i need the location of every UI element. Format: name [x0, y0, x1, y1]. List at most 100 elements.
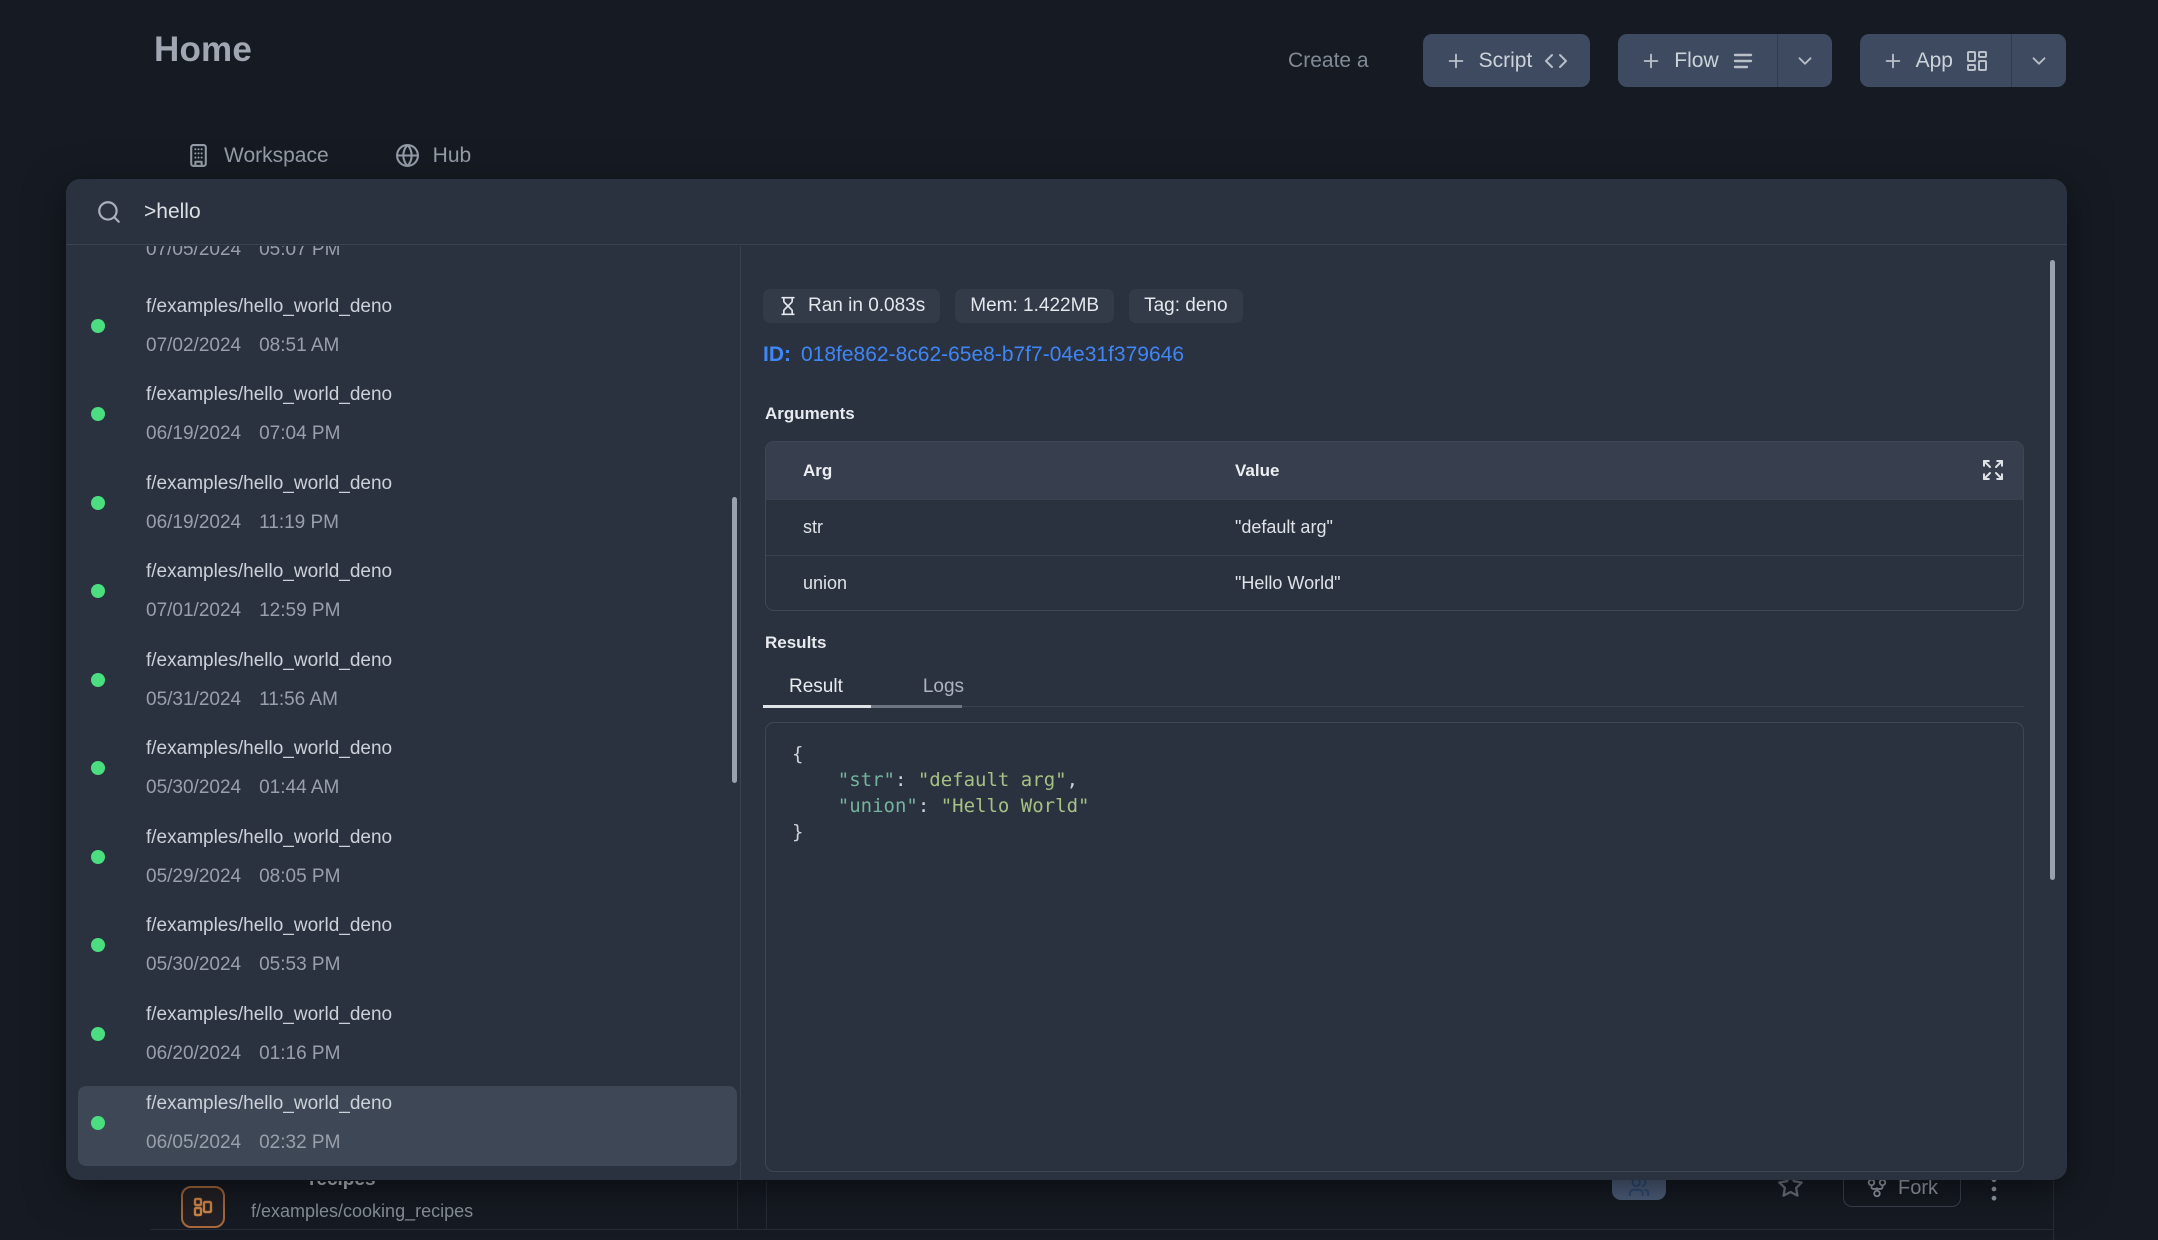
- run-list-item[interactable]: f/examples/hello_world_deno 06/19/202407…: [78, 377, 737, 457]
- memory-badge: Mem: 1.422MB: [955, 289, 1114, 323]
- run-path: f/examples/hello_world_deno: [146, 296, 392, 318]
- run-list-item[interactable]: f/examples/hello_world_deno 05/30/202405…: [78, 908, 737, 988]
- plus-icon: [1640, 50, 1662, 72]
- background-row-path[interactable]: f/examples/cooking_recipes: [251, 1201, 473, 1222]
- success-status-dot: [91, 496, 105, 510]
- success-status-dot: [91, 938, 105, 952]
- building-icon: [186, 143, 211, 168]
- arguments-table: Arg Value str "default arg" union "Hello…: [765, 441, 2024, 611]
- layout-grid-icon: [1965, 49, 1989, 73]
- create-flow-button[interactable]: Flow: [1618, 34, 1776, 87]
- success-status-dot: [91, 584, 105, 598]
- run-list-item[interactable]: f/examples/hello_world_deno 07/01/202412…: [78, 554, 737, 634]
- clipped-row-title: recipes: [309, 1181, 419, 1193]
- run-list-item[interactable]: f/examples/hello_world_deno 05/30/202401…: [78, 731, 737, 811]
- create-script-button[interactable]: Script: [1423, 34, 1591, 87]
- tab-workspace-label: Workspace: [224, 144, 329, 168]
- list-scrollbar-thumb[interactable]: [732, 497, 737, 783]
- run-path: f/examples/hello_world_deno: [146, 738, 392, 760]
- active-tab-underline: [763, 705, 871, 708]
- row-divider: [150, 1229, 2053, 1230]
- create-flow-group: Flow: [1618, 34, 1831, 87]
- tab-hub-label: Hub: [433, 144, 472, 168]
- tab-result[interactable]: Result: [789, 676, 843, 698]
- app-dropdown-button[interactable]: [2011, 34, 2066, 87]
- search-input[interactable]: [144, 200, 1544, 224]
- result-json-viewer: { "str": "default arg", "union": "Hello …: [765, 722, 2024, 1172]
- plus-icon: [1445, 50, 1467, 72]
- arguments-label: Arguments: [765, 404, 855, 424]
- search-icon: [96, 199, 122, 225]
- create-flow-label: Flow: [1674, 49, 1718, 73]
- tag-badge-label: Tag: deno: [1144, 295, 1227, 317]
- run-list-item-selected[interactable]: f/examples/hello_world_deno 06/05/202402…: [78, 1086, 737, 1166]
- results-label: Results: [765, 633, 826, 653]
- arguments-table-header: Arg Value: [766, 442, 2023, 499]
- run-timestamp: 06/19/202407:04 PM: [146, 423, 340, 445]
- run-path: f/examples/hello_world_deno: [146, 915, 392, 937]
- success-status-dot: [91, 850, 105, 864]
- workspace-hub-tabs: Workspace Hub: [186, 143, 471, 168]
- run-list-item[interactable]: f/examples/hello_world_deno 06/19/202411…: [78, 466, 737, 546]
- create-app-button[interactable]: App: [1860, 34, 2011, 87]
- create-app-label: App: [1916, 49, 1953, 73]
- success-status-dot: [91, 673, 105, 687]
- list-details-divider: [740, 246, 741, 1180]
- run-timestamp: 05/29/202408:05 PM: [146, 866, 340, 888]
- run-timestamp: 06/05/202402:32 PM: [146, 1132, 340, 1154]
- duration-badge: Ran in 0.083s: [763, 289, 940, 323]
- run-path: f/examples/hello_world_deno: [146, 473, 392, 495]
- column-divider: [2053, 1181, 2054, 1240]
- value-column-header: Value: [1235, 461, 1279, 481]
- success-status-dot: [91, 319, 105, 333]
- flow-dropdown-button[interactable]: [1777, 34, 1832, 87]
- flow-list-icon: [1731, 49, 1755, 73]
- git-fork-icon: [1866, 1177, 1888, 1199]
- run-path: f/examples/hello_world_deno: [146, 384, 392, 406]
- argument-value: "Hello World": [1235, 573, 1340, 594]
- result-json-code: { "str": "default arg", "union": "Hello …: [792, 741, 1997, 845]
- column-divider: [766, 1181, 767, 1229]
- chevron-down-icon: [1794, 50, 1816, 72]
- run-timestamp: 05/30/202405:53 PM: [146, 954, 340, 976]
- run-path: f/examples/hello_world_deno: [146, 650, 392, 672]
- results-tabs: Result Logs: [763, 676, 964, 698]
- run-id-link[interactable]: 018fe862-8c62-65e8-b7f7-04e31f379646: [801, 343, 1184, 366]
- tab-logs[interactable]: Logs: [923, 676, 964, 698]
- column-divider: [737, 1181, 738, 1229]
- run-timestamp: 07/02/202408:51 AM: [146, 335, 339, 357]
- run-list-item[interactable]: f/examples/hello_world_deno 07/02/202408…: [78, 289, 737, 369]
- run-list-item[interactable]: f/examples/hello_world_deno 05/29/202408…: [78, 820, 737, 900]
- run-timestamp: 06/19/202411:19 PM: [146, 512, 339, 534]
- success-status-dot: [91, 407, 105, 421]
- run-timestamp: 05/30/202401:44 AM: [146, 777, 339, 799]
- run-list-item-partial[interactable]: 07/05/202405:07 PM: [146, 246, 340, 263]
- create-a-label: Create a: [1288, 49, 1369, 73]
- run-id-label: ID:: [763, 343, 791, 366]
- expand-icon[interactable]: [1981, 456, 2009, 484]
- create-script-group: Script: [1423, 34, 1591, 87]
- tab-hub[interactable]: Hub: [395, 143, 472, 168]
- memory-badge-label: Mem: 1.422MB: [970, 295, 1099, 317]
- run-id-row: ID: 018fe862-8c62-65e8-b7f7-04e31f379646: [763, 343, 1184, 367]
- argument-value: "default arg": [1235, 517, 1333, 538]
- argument-name: union: [766, 573, 1235, 594]
- success-status-dot: [91, 761, 105, 775]
- run-path: f/examples/hello_world_deno: [146, 561, 392, 583]
- create-script-label: Script: [1479, 49, 1533, 73]
- run-path: f/examples/hello_world_deno: [146, 827, 392, 849]
- tab-workspace[interactable]: Workspace: [186, 143, 329, 168]
- success-status-dot: [91, 1027, 105, 1041]
- palette-search-bar: [66, 179, 2067, 245]
- run-timestamp: 06/20/202401:16 PM: [146, 1043, 340, 1065]
- run-timestamp: 05/31/202411:56 AM: [146, 689, 338, 711]
- run-path: f/examples/hello_world_deno: [146, 1093, 392, 1115]
- run-list-item[interactable]: f/examples/hello_world_deno 06/20/202401…: [78, 997, 737, 1077]
- palette-body: 07/05/202405:07 PM f/examples/hello_worl…: [66, 246, 2067, 1180]
- run-badges: Ran in 0.083s Mem: 1.422MB Tag: deno: [763, 289, 1243, 323]
- argument-name: str: [766, 517, 1235, 538]
- run-list-item[interactable]: f/examples/hello_world_deno 05/31/202411…: [78, 643, 737, 723]
- duration-badge-label: Ran in 0.083s: [808, 295, 925, 317]
- create-toolbar: Create a Script Flow: [1288, 34, 2066, 87]
- details-scrollbar-thumb[interactable]: [2050, 260, 2055, 880]
